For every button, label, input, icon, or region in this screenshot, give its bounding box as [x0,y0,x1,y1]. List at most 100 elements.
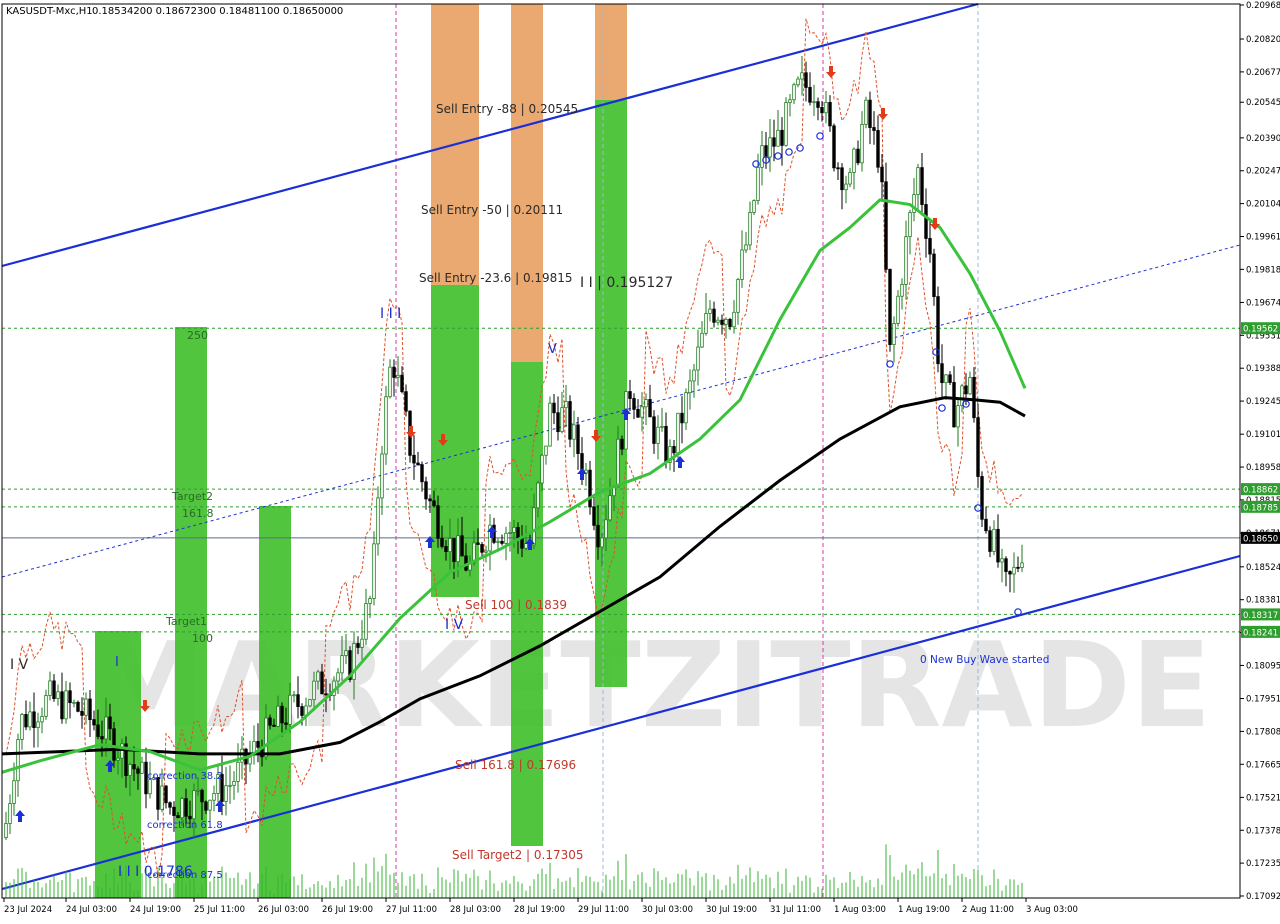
time-tick-label: 25 Jul 11:00 [194,905,245,915]
candle-body [736,279,740,313]
chart-annotation: Sell Entry -23.6 | 0.19815 [419,271,573,285]
candle-body [24,714,28,728]
candle-body [984,518,988,532]
candle-body [400,374,404,393]
price-tick-label: 0.20677 [1246,68,1280,78]
candle-body [940,363,944,384]
price-tick-label: 0.20968 [1246,1,1280,11]
candle-body [808,87,812,103]
candle-body [536,482,540,509]
candle-body [76,701,80,712]
candle-body [404,391,408,412]
time-tick-label: 31 Jul 11:00 [770,905,821,915]
candle-body [756,166,760,201]
candle-body [692,369,696,382]
time-tick-label: 3 Aug 03:00 [1026,905,1078,915]
candle-body [864,99,868,125]
candle-body [648,399,652,418]
candle-body [680,412,684,424]
time-tick-label: 29 Jul 11:00 [578,905,629,915]
fib-zone-bar [595,4,627,100]
candle-body [716,319,720,323]
candle-body [972,376,976,419]
candle-body [28,711,32,728]
candle-body [8,803,12,824]
candle-body [576,424,580,454]
candle-body [284,722,288,725]
price-tick-label: 0.17235 [1246,859,1280,869]
candle-body [764,145,768,158]
price-tick-label: 0.17092 [1246,892,1280,902]
candle-body [988,530,992,552]
candle-body [280,705,284,724]
candle-body [60,691,64,720]
candle-body [396,374,400,378]
candle-body [640,406,644,418]
candle-body [140,761,144,774]
candle-body [672,446,676,454]
candle-body [360,638,364,648]
time-tick-label: 1 Aug 03:00 [834,905,886,915]
candle-body [172,806,176,816]
time-tick-label: 30 Jul 19:00 [706,905,757,915]
candle-body [256,741,260,748]
candle-body [456,535,460,562]
candle-body [1012,566,1016,575]
candle-body [776,129,780,147]
candle-body [240,748,244,763]
candle-body [440,537,444,547]
watermark: MARKETZITRADE [89,616,1212,754]
candle-body [976,417,980,477]
candle-body [112,728,116,761]
candle-body [448,538,452,553]
candle-body [696,346,700,371]
candle-body [292,694,296,697]
candle-body [72,701,76,704]
price-tick-label: 0.17808 [1246,727,1280,737]
time-tick-label: 30 Jul 03:00 [642,905,693,915]
candle-body [52,680,56,699]
candle-body [596,524,600,548]
candle-body [856,148,860,164]
candle-body [532,507,536,546]
chart-root: MARKETZITRADE Sell Entry -88 | 0.20545 Se… [0,0,1280,920]
candle-body [652,416,656,444]
chart-annotation: I [115,655,119,670]
candle-body [188,815,192,820]
candle-body [840,167,844,191]
candle-body [32,711,36,728]
candle-body [96,724,100,737]
fib-zone-bar [259,506,291,898]
candle-body [700,332,704,348]
price-tick-label: 0.18095 [1246,661,1280,671]
candle-body [556,412,560,433]
price-label-text: 0.18650 [1243,534,1278,544]
time-tick-label: 23 Jul 2024 [4,905,52,915]
candle-body [604,519,608,539]
candle-body [48,680,52,696]
chart-annotation: Target2 [171,490,213,503]
candle-body [228,784,232,787]
candle-body [288,694,292,725]
time-tick-label: 24 Jul 03:00 [66,905,117,915]
candle-body [484,550,488,553]
price-tick-label: 0.17665 [1246,760,1280,770]
candle-body [948,374,952,383]
price-tick-label: 0.20390 [1246,134,1280,144]
candle-body [196,789,200,792]
candle-body [548,402,552,447]
candle-body [136,768,140,774]
price-tick-label: 0.19101 [1246,430,1280,440]
chart-annotation: correction 38.2 [147,771,223,782]
time-tick-label: 28 Jul 19:00 [514,905,565,915]
candle-body [480,544,484,553]
candle-body [300,706,304,716]
candle-body [552,402,556,414]
candle-body [980,476,984,520]
chart-annotation: Sell Entry -88 | 0.20545 [436,102,578,116]
candle-body [564,401,568,409]
candle-body [212,793,216,801]
candle-body [460,535,464,557]
candle-body [452,538,456,562]
candle-body [100,736,104,740]
